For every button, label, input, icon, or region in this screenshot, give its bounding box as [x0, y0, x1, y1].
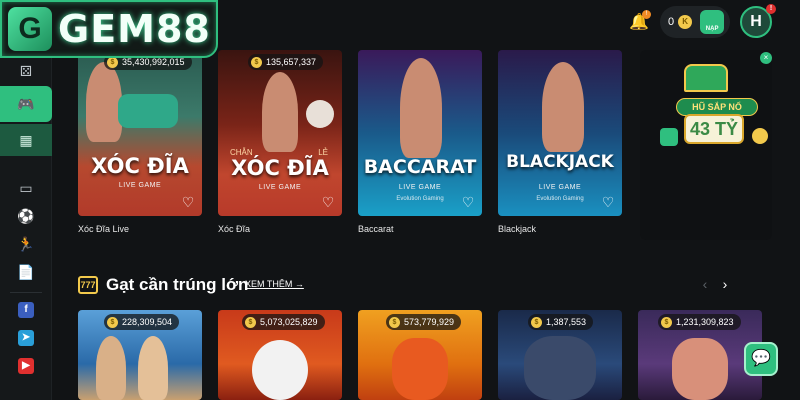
facebook-icon[interactable]: f: [18, 302, 34, 318]
jackpot-value: 228,309,504: [122, 317, 173, 327]
coin-icon: $: [389, 316, 400, 328]
character-figure: [672, 338, 728, 400]
jackpot-counter: $1,387,553: [528, 314, 594, 330]
youtube-icon[interactable]: ▶: [18, 358, 34, 374]
section-title: Gạt cần trúng lớn: [106, 275, 249, 294]
game-name: Baccarat: [358, 224, 394, 234]
sidebar-item-casino-gamepad-icon[interactable]: 🎮: [0, 86, 52, 122]
sidebar-item-runner-icon[interactable]: 🏃: [0, 234, 52, 254]
jackpot-value: 135,657,337: [266, 57, 317, 67]
coin-icon: $: [661, 316, 672, 328]
wolf-figure: [524, 336, 596, 400]
game-name: Xóc Đĩa: [218, 224, 251, 234]
character-figure: [96, 336, 126, 400]
coin-icon: $: [245, 316, 256, 328]
favorite-heart-icon[interactable]: ♡: [600, 194, 616, 210]
logo-mark-icon: G: [8, 7, 52, 51]
coin-icon: $: [531, 316, 542, 328]
slot-card-1[interactable]: $228,309,504: [78, 310, 202, 400]
slot-machine-icon: 777: [78, 276, 98, 294]
dealer-figure: [400, 58, 442, 158]
jackpot-promo-banner[interactable]: [640, 50, 772, 240]
slot-card-4[interactable]: $1,387,553: [498, 310, 622, 400]
sidebar-item-games-icon[interactable]: ▦: [0, 124, 52, 156]
promo-value: 43 TỶ: [684, 114, 744, 144]
brand-logo[interactable]: G GEM88: [0, 0, 218, 58]
jackpot-value: 573,779,929: [404, 317, 455, 327]
dealer-figure: [262, 72, 298, 152]
jackpot-counter: $135,657,337: [248, 54, 324, 70]
sidebar-item-sports-icon[interactable]: ⚽: [0, 206, 52, 226]
dragon-figure: [392, 338, 448, 400]
notification-badge: !: [642, 10, 651, 19]
jackpot-value: 5,073,025,829: [260, 317, 318, 327]
jackpot-counter: $5,073,025,829: [242, 314, 325, 330]
sidebar-item-document-icon[interactable]: 📄: [0, 262, 52, 282]
wallet-balance[interactable]: 0 K NẠP: [660, 6, 730, 38]
jackpot-counter: $1,231,309,823: [658, 314, 741, 330]
card-title: XÓC ĐĨA: [231, 156, 329, 180]
gold-coin-icon: [752, 128, 768, 144]
promo-close-button[interactable]: ×: [760, 52, 772, 64]
card-title: BACCARAT: [363, 156, 477, 178]
game-card-xoc-dia[interactable]: $135,657,337 CHẴN LẺ XÓC ĐĨA LIVE GAME ♡: [218, 50, 342, 216]
crown-icon: [684, 64, 728, 92]
card-subtitle: LIVE GAME: [258, 184, 302, 191]
favorite-heart-icon[interactable]: ♡: [320, 194, 336, 210]
dice-bowl-icon: [306, 100, 334, 128]
sidebar-item-lottery-icon[interactable]: ⚄: [0, 58, 52, 84]
card-title: XÓC ĐĨA: [91, 154, 189, 178]
jackpot-counter: $228,309,504: [104, 314, 180, 330]
slot-card-3[interactable]: $573,779,929: [358, 310, 482, 400]
coin-icon: K: [678, 15, 693, 29]
coin-icon: $: [107, 56, 118, 68]
deposit-button[interactable]: NẠP: [700, 10, 725, 34]
character-figure: [138, 336, 168, 400]
sidebar: ⚄ 🎮 ▦ ▭ ⚽ 🏃 📄 f ➤ ▶: [0, 58, 52, 400]
jackpot-value: 1,387,553: [546, 317, 587, 327]
slot-card-2[interactable]: $5,073,025,829: [218, 310, 342, 400]
game-card-baccarat[interactable]: BACCARAT LIVE GAME Evolution Gaming ♡: [358, 50, 482, 216]
promo-logo-icon: [660, 128, 678, 146]
sidebar-item-ticket-icon[interactable]: ▭: [0, 178, 52, 198]
coin-icon: $: [107, 316, 118, 328]
notification-bell-icon[interactable]: 🔔 !: [628, 10, 651, 34]
favorite-heart-icon[interactable]: ♡: [460, 194, 476, 210]
dice-plate-icon: [118, 94, 178, 128]
app-root: G GEM88 🔔 ! 0 K NẠP H ! ⚄ 🎮 ▦ ▭ ⚽ 🏃 📄 f …: [0, 0, 800, 400]
wallet-balance-value: 0: [668, 16, 675, 28]
sidebar-divider: [10, 292, 42, 293]
card-subtitle: LIVE GAME: [118, 182, 162, 189]
card-subtitle: LIVE GAME: [398, 184, 442, 191]
card-subtitle: LIVE GAME: [538, 184, 582, 191]
logo-text: GEM88: [58, 7, 211, 51]
carousel-next-button[interactable]: ›: [717, 276, 733, 294]
favorite-heart-icon[interactable]: ♡: [180, 194, 196, 210]
deposit-button-label: NẠP: [705, 26, 719, 32]
game-card-blackjack[interactable]: BLACKJACK LIVE GAME Evolution Gaming ♡: [498, 50, 622, 216]
jackpot-value: 35,430,992,015: [122, 57, 185, 67]
coin-icon: $: [251, 56, 262, 68]
jackpot-value: 1,231,309,823: [676, 317, 734, 327]
dealer-figure: [86, 62, 122, 142]
game-name: Blackjack: [498, 224, 537, 234]
game-name: Xóc Đĩa Live: [78, 224, 130, 234]
panda-figure: [252, 340, 308, 400]
see-more-link[interactable]: XEM THÊM →: [245, 279, 304, 289]
game-card-xoc-dia-live[interactable]: $35,430,992,015 XÓC ĐĨA LIVE GAME ♡: [78, 50, 202, 216]
card-title: BLACKJACK: [506, 152, 614, 172]
telegram-icon[interactable]: ➤: [18, 330, 34, 346]
carousel-prev-button[interactable]: ‹: [697, 276, 713, 294]
avatar-alert-badge: !: [766, 4, 776, 14]
dealer-figure: [542, 62, 584, 152]
chat-support-icon[interactable]: 💬: [744, 342, 778, 376]
jackpot-counter: $573,779,929: [386, 314, 462, 330]
